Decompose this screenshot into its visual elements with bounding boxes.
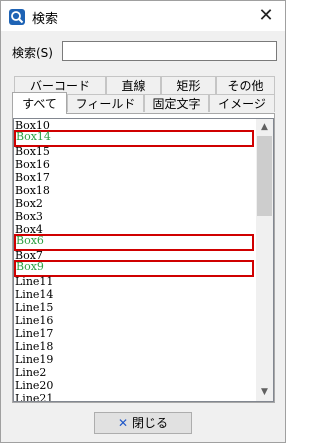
- list-item[interactable]: Line19: [14, 353, 254, 366]
- tab-field[interactable]: フィールド: [67, 94, 144, 112]
- list-item[interactable]: Box15: [14, 145, 254, 158]
- list-item[interactable]: Box3: [14, 210, 254, 223]
- list-item[interactable]: Line20: [14, 379, 254, 392]
- close-button[interactable]: ✕ 閉じる: [94, 412, 192, 434]
- list-item[interactable]: Line14: [14, 288, 254, 301]
- tab-line[interactable]: 直線: [106, 76, 161, 94]
- scroll-down-icon[interactable]: ▼: [256, 384, 273, 401]
- list-item[interactable]: Box2: [14, 197, 254, 210]
- scroll-up-icon[interactable]: ▲: [256, 119, 273, 136]
- search-label: 検索(S): [12, 46, 53, 60]
- list-item[interactable]: Box16: [14, 158, 254, 171]
- vertical-scrollbar[interactable]: ▲ ▼: [256, 119, 273, 401]
- close-button-label: 閉じる: [132, 416, 169, 430]
- list-item[interactable]: Line11: [14, 275, 254, 288]
- list-item[interactable]: Line18: [14, 340, 254, 353]
- search-input[interactable]: [62, 41, 277, 61]
- search-app-icon: [9, 9, 25, 25]
- list-item[interactable]: Line2: [14, 366, 254, 379]
- x-icon: ✕: [117, 416, 129, 430]
- title-bar: 検索 ✕: [1, 1, 285, 31]
- list-item[interactable]: Line16: [14, 314, 254, 327]
- list-item[interactable]: Box18: [14, 184, 254, 197]
- search-dialog: 検索 ✕ 検索(S) バーコード 直線 矩形 その他 すべて フィールド 固定文…: [0, 0, 286, 443]
- tab-fixed-text[interactable]: 固定文字: [144, 94, 209, 112]
- tab-all[interactable]: すべて: [12, 92, 67, 114]
- tab-rectangle[interactable]: 矩形: [161, 76, 216, 94]
- window-title: 検索: [32, 12, 59, 27]
- list-item[interactable]: Box17: [14, 171, 254, 184]
- tab-other[interactable]: その他: [216, 76, 275, 94]
- list-item[interactable]: Line21: [14, 392, 254, 401]
- scroll-thumb[interactable]: [257, 136, 272, 216]
- tab-image[interactable]: イメージ: [209, 94, 275, 112]
- object-listbox[interactable]: Box10 Box14 Box15 Box16 Box17 Box18 Box2 Box3 Bo…: [13, 118, 274, 402]
- close-icon[interactable]: ✕: [247, 1, 285, 31]
- list-item[interactable]: Line15: [14, 301, 254, 314]
- list-item[interactable]: Line17: [14, 327, 254, 340]
